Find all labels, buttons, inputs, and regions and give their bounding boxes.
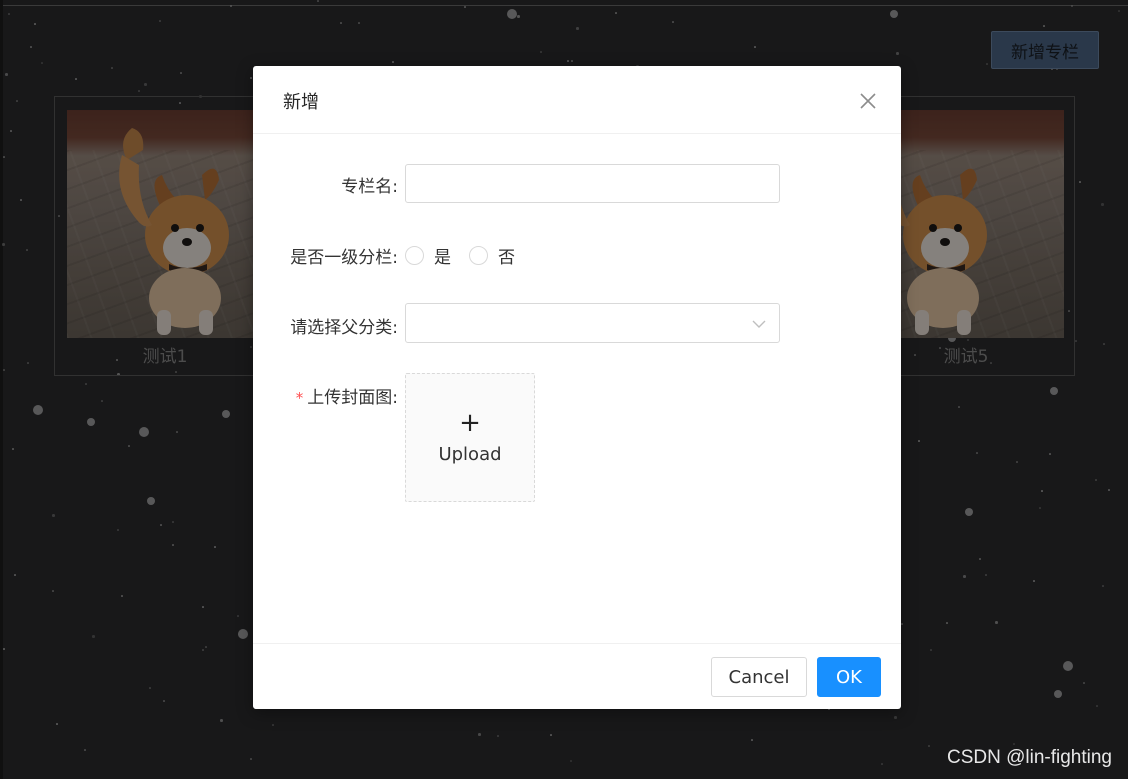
column-name-input[interactable] [405, 164, 780, 203]
add-modal: 新增 专栏名: 是否一级分栏: 是 否 请选择父分类: * 上传封面图: + U… [253, 66, 901, 709]
radio-circle [469, 246, 488, 265]
close-icon [860, 93, 876, 109]
required-mark: * [295, 389, 304, 407]
column-name-label: 专栏名: [341, 177, 398, 197]
radio-no-label: 否 [498, 248, 515, 268]
chevron-down-icon [752, 320, 766, 328]
parent-category-select[interactable] [405, 303, 780, 343]
top-level-label: 是否一级分栏: [290, 248, 398, 268]
radio-circle [405, 246, 424, 265]
plus-icon: + [459, 408, 481, 438]
top-level-radio-group: 是 否 [405, 243, 533, 268]
close-button[interactable] [857, 90, 879, 112]
modal-header: 新增 [253, 66, 901, 134]
watermark: CSDN @lin-fighting [946, 747, 1112, 768]
radio-yes[interactable]: 是 [405, 243, 451, 268]
modal-footer: Cancel OK [253, 643, 901, 709]
cover-upload-button[interactable]: + Upload [405, 373, 535, 502]
cancel-button[interactable]: Cancel [711, 657, 807, 697]
radio-yes-label: 是 [434, 248, 451, 268]
radio-no[interactable]: 否 [469, 243, 515, 268]
modal-title: 新增 [283, 92, 319, 113]
ok-button[interactable]: OK [817, 657, 881, 697]
upload-text: Upload [438, 444, 502, 465]
cover-label-text: 上传封面图: [307, 388, 398, 408]
parent-category-label: 请选择父分类: [290, 318, 398, 338]
cover-label: * 上传封面图: [296, 383, 398, 408]
